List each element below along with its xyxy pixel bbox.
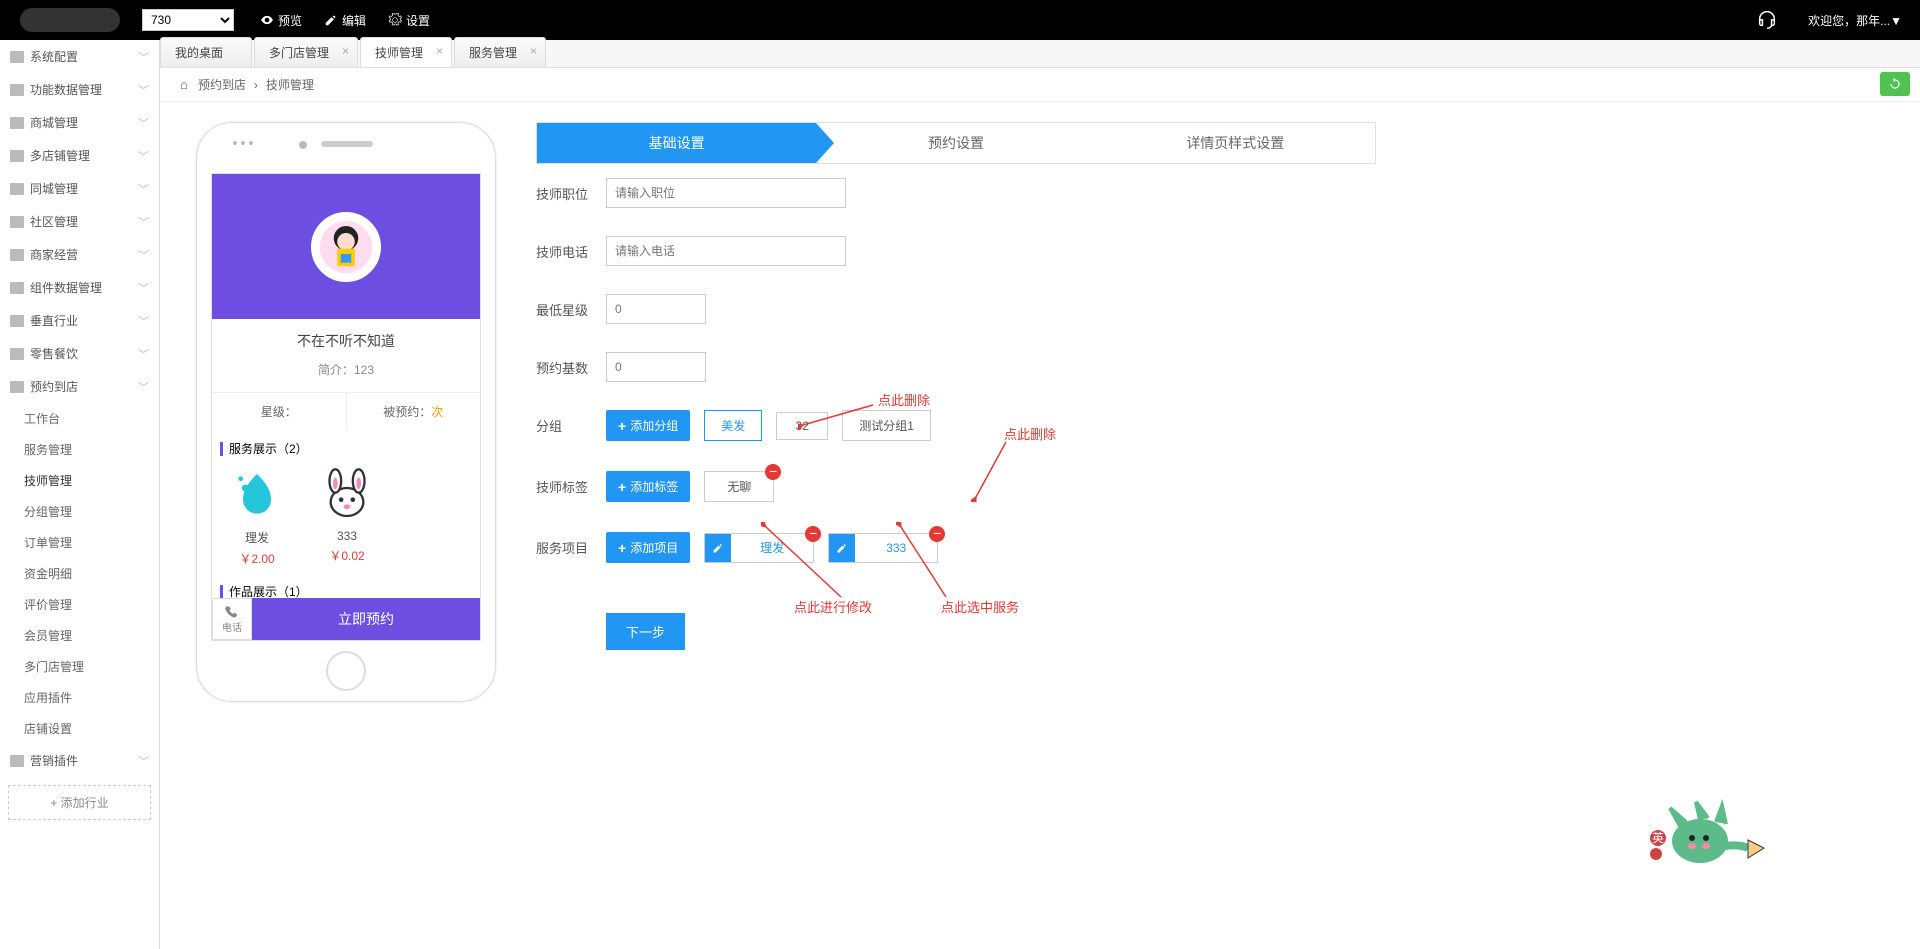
- sidebar-item[interactable]: 商家经营﹀: [0, 238, 159, 271]
- annotation: 点此删除: [878, 390, 930, 409]
- label-services: 服务项目: [536, 538, 606, 557]
- label-phone: 技师电话: [536, 242, 606, 261]
- profile-header: [212, 174, 480, 319]
- sidebar-sub[interactable]: 评价管理: [0, 589, 159, 620]
- sidebar-sub[interactable]: 订单管理: [0, 527, 159, 558]
- avatar: [311, 212, 381, 282]
- sidebar-sub[interactable]: 多门店管理: [0, 651, 159, 682]
- add-industry-button[interactable]: + 添加行业: [8, 785, 151, 820]
- delete-icon[interactable]: −: [805, 526, 821, 542]
- label-star: 最低星级: [536, 300, 606, 319]
- welcome-text[interactable]: 欢迎您，那年...▼: [1808, 12, 1902, 29]
- label-tags: 技师标签: [536, 477, 606, 496]
- sidebar-sub-tech[interactable]: 技师管理: [0, 465, 159, 496]
- technician-tag[interactable]: 无聊 −: [704, 471, 774, 502]
- phone-icon: [225, 605, 239, 619]
- sidebar-sub[interactable]: 工作台: [0, 403, 159, 434]
- close-icon[interactable]: ×: [436, 44, 443, 58]
- group-tag[interactable]: 测试分组1: [842, 410, 931, 441]
- edit-icon[interactable]: [829, 534, 855, 562]
- close-icon[interactable]: ×: [342, 44, 349, 58]
- position-input[interactable]: [606, 178, 846, 208]
- refresh-button[interactable]: [1880, 72, 1910, 96]
- sidebar-item[interactable]: 社区管理﹀: [0, 205, 159, 238]
- sidebar-item[interactable]: 垂直行业﹀: [0, 304, 159, 337]
- breadcrumb: ⌂ 预约到店 › 技师管理: [160, 68, 1920, 102]
- service-item[interactable]: 理发 ￥2.00: [222, 467, 292, 567]
- sidebar-sub[interactable]: 分组管理: [0, 496, 159, 527]
- delete-icon[interactable]: −: [929, 526, 945, 542]
- page-tabs: 我的桌面 多门店管理× 技师管理× 服务管理×: [160, 40, 1920, 68]
- base-input[interactable]: [606, 352, 706, 382]
- tab-multistore[interactable]: 多门店管理×: [254, 37, 358, 67]
- tab-basic-settings[interactable]: 基础设置: [537, 123, 816, 163]
- form-area: 基础设置 预约设置 详情页样式设置 技师职位 技师电话 最低星级 预: [536, 122, 1376, 702]
- topbar: 730 预览 编辑 设置 欢迎您，那年...▼: [0, 0, 1920, 40]
- sidebar-item[interactable]: 同城管理﹀: [0, 172, 159, 205]
- label-position: 技师职位: [536, 184, 606, 203]
- add-group-button[interactable]: +添加分组: [606, 410, 690, 441]
- pencil-icon: [324, 13, 338, 27]
- book-now-button[interactable]: 立即预约: [252, 598, 480, 640]
- sidebar-item[interactable]: 组件数据管理﹀: [0, 271, 159, 304]
- support-icon[interactable]: [1756, 8, 1778, 33]
- sidebar-sub[interactable]: 店铺设置: [0, 713, 159, 744]
- section-services: 服务展示（2）: [212, 430, 480, 461]
- group-tag[interactable]: 美发: [704, 410, 762, 441]
- tab-technician[interactable]: 技师管理×: [360, 37, 452, 67]
- svg-text:英: 英: [1652, 831, 1664, 845]
- delete-icon[interactable]: −: [765, 464, 781, 480]
- eye-icon: [260, 13, 274, 27]
- sidebar-item[interactable]: 零售餐饮﹀: [0, 337, 159, 370]
- add-tag-button[interactable]: +添加标签: [606, 471, 690, 502]
- service-item[interactable]: 333 ￥0.02: [312, 467, 382, 567]
- sidebar-item[interactable]: 系统配置﹀: [0, 40, 159, 73]
- phone-input[interactable]: [606, 236, 846, 266]
- gear-icon: [388, 13, 402, 27]
- star-input[interactable]: [606, 294, 706, 324]
- sidebar-item[interactable]: 功能数据管理﹀: [0, 73, 159, 106]
- sidebar-sub[interactable]: 服务管理: [0, 434, 159, 465]
- call-button[interactable]: 电话: [212, 598, 252, 640]
- next-button[interactable]: 下一步: [606, 613, 685, 650]
- home-icon: ⌂: [180, 77, 188, 92]
- label-group: 分组: [536, 416, 606, 435]
- tab-service[interactable]: 服务管理×: [454, 37, 546, 67]
- sidebar-item[interactable]: 营销插件﹀: [0, 744, 159, 777]
- refresh-icon: [1888, 77, 1902, 91]
- service-tag[interactable]: 333 −: [828, 533, 938, 563]
- profile-intro: 简介：123: [212, 361, 480, 378]
- add-service-button[interactable]: +添加项目: [606, 532, 690, 563]
- sidebar-item[interactable]: 多店铺管理﹀: [0, 139, 159, 172]
- sidebar-sub[interactable]: 会员管理: [0, 620, 159, 651]
- sidebar-item-booking[interactable]: 预约到店﹀: [0, 370, 159, 403]
- edit-link[interactable]: 编辑: [324, 12, 366, 29]
- stat-star: 星级：: [212, 393, 347, 430]
- tab-detail-style[interactable]: 详情页样式设置: [1096, 123, 1375, 163]
- profile-name: 不在不听不知道: [212, 331, 480, 351]
- store-select[interactable]: 730: [142, 9, 234, 31]
- tab-desktop[interactable]: 我的桌面: [160, 37, 252, 67]
- sidebar-item[interactable]: 商城管理﹀: [0, 106, 159, 139]
- phone-preview: 不在不听不知道 简介：123 星级： 被预约：次 服务展示（2） 理发 ￥2.0…: [196, 122, 496, 702]
- settings-link[interactable]: 设置: [388, 12, 430, 29]
- edit-icon[interactable]: [705, 534, 731, 562]
- sidebar: 系统配置﹀ 功能数据管理﹀ 商城管理﹀ 多店铺管理﹀ 同城管理﹀ 社区管理﹀ 商…: [0, 40, 160, 949]
- home-button: [326, 651, 366, 691]
- stat-book: 被预约：次: [347, 393, 481, 430]
- service-tag[interactable]: 理发 −: [704, 533, 814, 563]
- tab-booking-settings[interactable]: 预约设置: [816, 123, 1095, 163]
- label-base: 预约基数: [536, 358, 606, 377]
- logo: [20, 8, 120, 32]
- mascot-icon: 英: [1650, 796, 1770, 869]
- form-tabset: 基础设置 预约设置 详情页样式设置: [536, 122, 1376, 164]
- group-tag[interactable]: 32: [776, 412, 828, 440]
- close-icon[interactable]: ×: [530, 44, 537, 58]
- sidebar-sub[interactable]: 资金明细: [0, 558, 159, 589]
- preview-link[interactable]: 预览: [260, 12, 302, 29]
- sidebar-sub[interactable]: 应用插件: [0, 682, 159, 713]
